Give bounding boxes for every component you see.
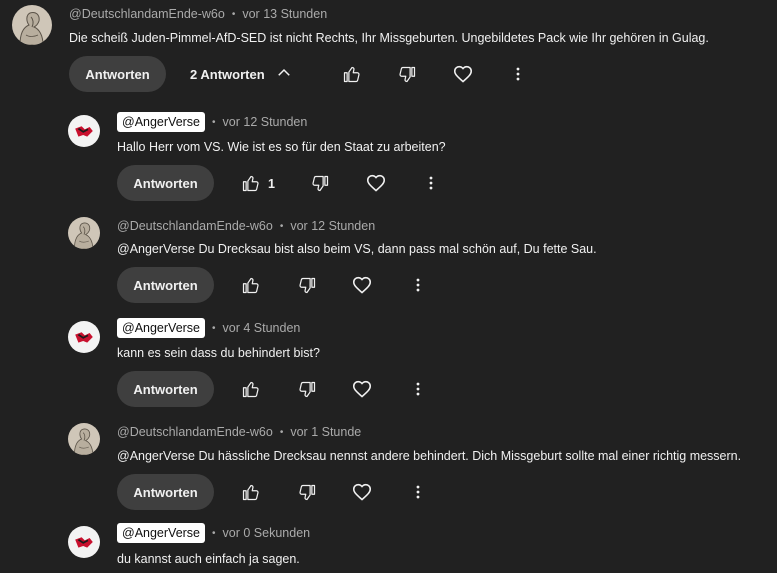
heart-icon[interactable] bbox=[348, 375, 376, 403]
separator-dot: • bbox=[212, 116, 216, 128]
avatar[interactable] bbox=[68, 321, 100, 353]
thumbs-up-icon[interactable] bbox=[236, 271, 264, 299]
separator-dot: • bbox=[212, 527, 216, 539]
reply-item: @AngerVerse • vor 4 Stunden kann es sein… bbox=[0, 314, 777, 414]
avatar[interactable] bbox=[68, 115, 100, 147]
comment-text: @AngerVerse Du Drecksau bist also beim V… bbox=[117, 242, 597, 256]
reply-button[interactable]: Antworten bbox=[117, 165, 214, 201]
separator-dot: • bbox=[212, 322, 216, 334]
reply-button[interactable]: Antworten bbox=[117, 474, 214, 510]
author-name[interactable]: @AngerVerse bbox=[117, 318, 206, 338]
more-vert-icon[interactable] bbox=[404, 375, 432, 403]
more-vert-icon[interactable] bbox=[404, 271, 432, 299]
thumbs-up-icon[interactable] bbox=[236, 169, 264, 197]
reply-item: @AngerVerse • vor 12 Stunden Hallo Herr … bbox=[0, 108, 777, 208]
thumbs-down-icon[interactable] bbox=[293, 271, 321, 299]
separator-dot: • bbox=[279, 426, 284, 438]
thumbs-up-icon[interactable] bbox=[236, 478, 264, 506]
separator-dot: • bbox=[231, 8, 236, 20]
heart-icon[interactable] bbox=[449, 60, 477, 88]
timestamp[interactable]: vor 13 Stunden bbox=[242, 7, 327, 21]
author-name[interactable]: @AngerVerse bbox=[117, 112, 206, 132]
thumbs-down-icon[interactable] bbox=[306, 169, 334, 197]
timestamp[interactable]: vor 4 Stunden bbox=[223, 321, 301, 335]
heart-icon[interactable] bbox=[348, 478, 376, 506]
more-vert-icon[interactable] bbox=[417, 169, 445, 197]
comment-meta: @DeutschlandamEnde-w6o • vor 13 Stunden bbox=[69, 7, 327, 21]
thumbs-down-icon[interactable] bbox=[293, 375, 321, 403]
heart-icon[interactable] bbox=[362, 169, 390, 197]
author-name[interactable]: @DeutschlandamEnde-w6o bbox=[117, 425, 273, 439]
timestamp[interactable]: vor 1 Stunde bbox=[290, 425, 361, 439]
author-name[interactable]: @AngerVerse bbox=[117, 523, 206, 543]
reply-button[interactable]: Antworten bbox=[69, 56, 166, 92]
comment-meta: @AngerVerse • vor 12 Stunden bbox=[117, 112, 307, 132]
comment-meta: @DeutschlandamEnde-w6o • vor 1 Stunde bbox=[117, 425, 361, 439]
reply-button[interactable]: Antworten bbox=[117, 267, 214, 303]
chevron-up-icon bbox=[275, 64, 293, 85]
reply-item: @DeutschlandamEnde-w6o • vor 1 Stunde @A… bbox=[0, 416, 777, 516]
thumbs-up-icon[interactable] bbox=[337, 60, 365, 88]
timestamp[interactable]: vor 0 Sekunden bbox=[223, 526, 311, 540]
replies-count-label: 2 Antworten bbox=[190, 66, 265, 82]
separator-dot: • bbox=[279, 220, 284, 232]
comment-meta: @AngerVerse • vor 4 Stunden bbox=[117, 318, 300, 338]
author-name[interactable]: @DeutschlandamEnde-w6o bbox=[69, 7, 225, 21]
more-vert-icon[interactable] bbox=[504, 60, 532, 88]
comment-text: Die scheiß Juden-Pimmel-AfD-SED ist nich… bbox=[69, 31, 709, 45]
like-count: 1 bbox=[268, 177, 275, 191]
comment-text: @AngerVerse Du hässliche Drecksau nennst… bbox=[117, 449, 742, 463]
avatar[interactable] bbox=[68, 217, 100, 249]
reply-button[interactable]: Antworten bbox=[117, 371, 214, 407]
comment-text: Hallo Herr vom VS. Wie ist es so für den… bbox=[117, 140, 446, 154]
author-name[interactable]: @DeutschlandamEnde-w6o bbox=[117, 219, 273, 233]
avatar[interactable] bbox=[12, 5, 52, 45]
comment-thread: @DeutschlandamEnde-w6o • vor 13 Stunden … bbox=[0, 0, 777, 573]
replies-toggle[interactable]: 2 Antworten bbox=[190, 56, 293, 92]
thumbs-down-icon[interactable] bbox=[393, 60, 421, 88]
reply-item: @AngerVerse • vor 0 Sekunden du kannst a… bbox=[0, 520, 777, 573]
avatar[interactable] bbox=[68, 526, 100, 558]
timestamp[interactable]: vor 12 Stunden bbox=[223, 115, 308, 129]
avatar[interactable] bbox=[68, 423, 100, 455]
thumbs-down-icon[interactable] bbox=[293, 478, 321, 506]
comment-text: du kannst auch einfach ja sagen. bbox=[117, 552, 300, 566]
timestamp[interactable]: vor 12 Stunden bbox=[290, 219, 375, 233]
comment-meta: @DeutschlandamEnde-w6o • vor 12 Stunden bbox=[117, 219, 375, 233]
thumbs-up-icon[interactable] bbox=[236, 375, 264, 403]
reply-item: @DeutschlandamEnde-w6o • vor 12 Stunden … bbox=[0, 210, 777, 310]
comment-meta: @AngerVerse • vor 0 Sekunden bbox=[117, 523, 310, 543]
comment-text: kann es sein dass du behindert bist? bbox=[117, 346, 320, 360]
more-vert-icon[interactable] bbox=[404, 478, 432, 506]
comment-top: @DeutschlandamEnde-w6o • vor 13 Stunden … bbox=[0, 0, 777, 100]
heart-icon[interactable] bbox=[348, 271, 376, 299]
